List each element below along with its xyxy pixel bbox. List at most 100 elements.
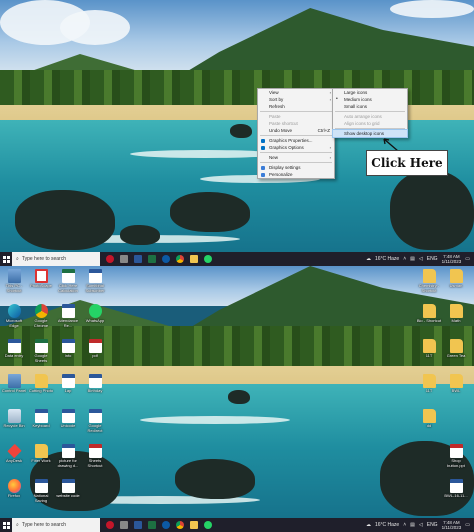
desktop-icon-11t[interactable]: 11T	[416, 339, 442, 359]
desktop-icon-pdf[interactable]: pdf	[82, 339, 108, 359]
excel-icon[interactable]	[148, 255, 156, 263]
taskbar-clock[interactable]: 7:48 AM 1/11/2023	[442, 254, 462, 265]
excel-icon[interactable]	[148, 521, 156, 529]
desktop-icon-green-tea[interactable]: Green Tea	[443, 339, 469, 359]
network-icon[interactable]: ▤	[410, 256, 415, 262]
chrome-icon[interactable]	[176, 255, 184, 263]
taskbar-search[interactable]: ⌕ Type here to search	[12, 518, 100, 532]
file-explorer-icon[interactable]	[190, 521, 198, 529]
desktop-icon-bwl[interactable]: BWL	[443, 374, 469, 394]
menu-item-medium-icons[interactable]: • Medium icons	[333, 96, 407, 103]
desktop-icon-math[interactable]: Math	[443, 304, 469, 324]
tray-chevron-icon[interactable]: ˄	[403, 256, 406, 262]
desktop-icon-photoscape[interactable]: PhotoScape	[28, 269, 54, 289]
language-indicator[interactable]: ENG	[427, 522, 438, 528]
desktop-icon-shop-button-ppt[interactable]: Shop button.ppt	[443, 444, 469, 468]
menu-item-sort-by[interactable]: Sort by ›	[258, 96, 334, 103]
menu-item-display-settings[interactable]: Display settings	[258, 164, 334, 171]
menu-item-graphics-properties[interactable]: Graphics Properties...	[258, 137, 334, 144]
menu-item-label: Undo Move	[269, 128, 293, 133]
desktop-icon-sheets-shortcut[interactable]: Sheets Shortcut	[82, 444, 108, 468]
desktop-icon-cutting-photo[interactable]: Cutting Photo	[28, 374, 54, 394]
edge-icon[interactable]	[162, 521, 170, 529]
desktop-icon-bwl-16-11[interactable]: BWL-16-11...	[443, 479, 469, 499]
desktop-icon-birthday[interactable]: Birthday	[82, 374, 108, 394]
desktop-icon-national-saving[interactable]: National Saving	[28, 479, 54, 503]
task-view-icon[interactable]	[120, 255, 128, 263]
chrome-icon[interactable]	[176, 521, 184, 529]
file-explorer-icon[interactable]	[190, 255, 198, 263]
desktop-top[interactable]: View › Sort by › Refresh Paste Paste shortcut U…	[0, 0, 474, 266]
desktop-icon-anydesk[interactable]: AnyDesk	[1, 443, 27, 464]
desktop-icon-info[interactable]: Info	[55, 339, 81, 359]
desktop-icon-whatsapp[interactable]: WhatsApp	[82, 304, 108, 324]
pdf-icon	[449, 444, 463, 458]
desktop-icon-google-chrome[interactable]: Google Chrome	[28, 304, 54, 328]
menu-item-large-icons[interactable]: Large icons	[333, 89, 407, 96]
desktop-icon-picture-for-drawing-d[interactable]: picture for drawing d...	[55, 444, 81, 468]
desktop-icon-bio-shortcut[interactable]: Bio - Shortcut	[416, 304, 442, 324]
intel-graphics-icon	[261, 145, 265, 150]
start-button[interactable]	[0, 518, 12, 532]
tray-chevron-icon[interactable]: ˄	[403, 522, 406, 528]
notification-icon[interactable]: ▭	[465, 522, 470, 528]
language-indicator[interactable]: ENG	[427, 256, 438, 262]
menu-item-graphics-options[interactable]: Graphics Options ›	[258, 144, 334, 151]
whatsapp-icon[interactable]	[204, 521, 212, 529]
desktop-icon-dd[interactable]: dd	[416, 409, 442, 429]
desktop-icon-this-pc-shortcut[interactable]: This PC - Shortcut	[1, 269, 27, 293]
menu-item-paste-shortcut[interactable]: Paste shortcut	[258, 120, 334, 127]
desktop-icon-firefox[interactable]: Firefox	[1, 479, 27, 499]
desktop-icon-label: 11T	[425, 388, 433, 393]
edge-icon[interactable]	[162, 255, 170, 263]
menu-item-undo-move[interactable]: Undo Move Ctrl+Z	[258, 127, 334, 134]
menu-item-small-icons[interactable]: Small icons	[333, 103, 407, 110]
weather-text[interactable]: 16°C Haze	[375, 256, 399, 262]
weather-text[interactable]: 16°C Haze	[375, 522, 399, 528]
weather-icon[interactable]: ☁	[366, 522, 371, 528]
desktop-icon-google-sheets[interactable]: Google Sheets	[28, 339, 54, 363]
start-button[interactable]	[0, 252, 12, 266]
desktop-icon-11t[interactable]: 11T	[416, 374, 442, 394]
app-icon	[7, 374, 21, 388]
menu-item-personalize[interactable]: Personalize	[258, 171, 334, 178]
desktop-icon-recycle-bin[interactable]: Recycle Bin	[1, 409, 27, 429]
weather-icon[interactable]: ☁	[366, 256, 371, 262]
desktop-icon-microsoft-edge[interactable]: Microsoft Edge	[1, 304, 27, 328]
desktop-icon-attendance-re[interactable]: Attendance Re...	[55, 304, 81, 328]
desktop-icon-filter-work[interactable]: Filter Work	[28, 444, 54, 464]
menu-item-align-icons-to-grid[interactable]: Align icons to grid	[333, 120, 407, 127]
folder-icon	[422, 339, 436, 353]
desktop-icon-sumitbhai-subscriber[interactable]: Sumitbhai Subscriber	[82, 269, 108, 293]
menu-item-view[interactable]: View ›	[258, 89, 334, 96]
desktop-bottom[interactable]: This PC - Shortcut PhotoScape Click Here C…	[0, 266, 474, 532]
desktop-icon-keyboard[interactable]: Keyboard	[28, 409, 54, 429]
cortana-icon[interactable]	[106, 255, 114, 263]
taskbar-search[interactable]: ⌕ Type here to search	[12, 252, 100, 266]
desktop-icon-click-here-calculation[interactable]: Click Here Calculation	[55, 269, 81, 293]
cortana-icon[interactable]	[106, 521, 114, 529]
whatsapp-icon[interactable]	[204, 255, 212, 263]
desktop-icon-data-entry[interactable]: Data entry	[1, 339, 27, 359]
desktop-icon-unicode[interactable]: Unicode	[55, 409, 81, 429]
volume-icon[interactable]: ◁	[419, 256, 423, 262]
notification-icon[interactable]: ▭	[465, 256, 470, 262]
desktop-icon-website-code[interactable]: website code	[55, 479, 81, 499]
desktop-icon-usman[interactable]: Usman	[443, 269, 469, 289]
menu-item-refresh[interactable]: Refresh	[258, 103, 334, 110]
desktop-icon-1ap[interactable]: 1ap	[55, 374, 81, 394]
task-view-icon[interactable]	[120, 521, 128, 529]
menu-item-auto-arrange-icons[interactable]: Auto arrange icons	[333, 113, 407, 120]
taskbar-clock[interactable]: 7:48 AM 1/11/2023	[442, 520, 462, 531]
desktop-icon-control-panel[interactable]: Control Panel	[1, 374, 27, 394]
word-icon[interactable]	[134, 255, 142, 263]
network-icon[interactable]: ▤	[410, 522, 415, 528]
word-icon[interactable]	[134, 521, 142, 529]
menu-item-paste[interactable]: Paste	[258, 113, 334, 120]
desktop-icon-label: Firefox	[7, 493, 21, 498]
desktop-icon-google-redirect[interactable]: Google Redirect	[82, 409, 108, 433]
desktop-icon-chemistry-shortcut[interactable]: Chemistry - Shortcut	[416, 269, 442, 293]
volume-icon[interactable]: ◁	[419, 522, 423, 528]
desktop-icon-label: Chemistry - Shortcut	[418, 283, 440, 293]
menu-item-new[interactable]: New ›	[258, 154, 334, 161]
